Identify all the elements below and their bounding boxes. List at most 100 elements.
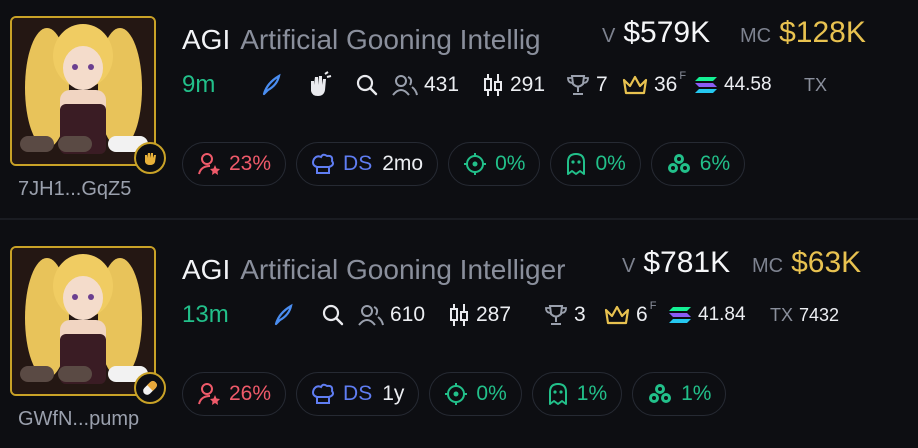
crown-icon bbox=[622, 75, 648, 95]
crown-count: 36 bbox=[654, 73, 678, 96]
bundlers-value: 1% bbox=[681, 382, 712, 405]
snipers-value: 0% bbox=[476, 382, 507, 405]
hand-icon bbox=[145, 153, 156, 165]
badge-hand[interactable] bbox=[134, 142, 166, 174]
ds-age: 2mo bbox=[382, 152, 424, 175]
top10-pill[interactable]: 26% bbox=[182, 372, 287, 416]
chef-hat-icon bbox=[312, 383, 335, 404]
crosshair-icon bbox=[464, 153, 487, 175]
token-pills: 26% DS 1y 0% 1% 1% bbox=[182, 372, 736, 418]
tx-label: TX bbox=[770, 304, 794, 325]
market-cap-metric: MC $128K bbox=[740, 16, 866, 50]
bundlers-pill[interactable]: 1% bbox=[632, 372, 727, 416]
token-row[interactable]: GWfN...pump AGI Artificial Gooning Intel… bbox=[0, 236, 918, 446]
top-holders-stat: 3 bbox=[544, 303, 604, 327]
feather-icon[interactable] bbox=[258, 303, 308, 327]
trades-count: 287 bbox=[476, 303, 512, 326]
token-name: Artificial Gooning Intelliger bbox=[240, 254, 566, 285]
dev-sold-pill[interactable]: DS 2mo bbox=[296, 142, 439, 186]
f-label: F bbox=[649, 300, 657, 312]
trades-stat: 291 bbox=[482, 73, 566, 97]
wave-hand-icon[interactable] bbox=[296, 71, 342, 99]
tx-value: 7432 bbox=[799, 304, 840, 325]
dev-sold-pill[interactable]: DS 1y bbox=[296, 372, 420, 416]
anime-girl-image bbox=[12, 248, 154, 394]
anime-girl-image bbox=[12, 18, 154, 164]
market-cap-label: MC bbox=[740, 25, 772, 47]
top-holders-stat: 7 bbox=[566, 73, 622, 97]
token-stats: 9m 431 291 7 36 F 44.58 TX bbox=[182, 68, 844, 102]
crosshair-icon bbox=[445, 383, 468, 405]
trades-stat: 287 bbox=[448, 303, 544, 327]
solana-icon bbox=[669, 307, 691, 323]
holders-count: 610 bbox=[390, 303, 426, 326]
bundlers-pill[interactable]: 6% bbox=[650, 142, 746, 186]
user-star-icon bbox=[198, 383, 220, 405]
bundle-icon bbox=[667, 154, 690, 173]
holders-count: 431 bbox=[424, 73, 460, 96]
chef-hat-icon bbox=[312, 153, 335, 174]
feather-icon[interactable] bbox=[246, 73, 296, 97]
top-holders-count: 7 bbox=[596, 73, 608, 96]
token-age: 9m bbox=[182, 71, 216, 98]
search-icon[interactable] bbox=[308, 303, 358, 327]
token-row[interactable]: 7JH1...GqZ5 AGI Artificial Gooning Intel… bbox=[0, 6, 918, 216]
crown-icon bbox=[604, 305, 630, 325]
token-pills: 23% DS 2mo 0% 0% 6% bbox=[182, 142, 755, 188]
badge-pill[interactable] bbox=[134, 372, 166, 404]
sol-amount: 44.58 bbox=[694, 74, 804, 96]
volume-value: $781K bbox=[643, 246, 731, 279]
candlestick-icon bbox=[450, 304, 468, 326]
top10-value: 23% bbox=[229, 152, 272, 175]
sol-value: 44.58 bbox=[724, 74, 772, 95]
ds-age: 1y bbox=[382, 382, 405, 405]
token-address[interactable]: GWfN...pump bbox=[18, 408, 139, 431]
token-address[interactable]: 7JH1...GqZ5 bbox=[18, 178, 131, 201]
top-holders-count: 3 bbox=[574, 303, 586, 326]
token-name: Artificial Gooning Intellig bbox=[240, 24, 541, 55]
sol-value: 41.84 bbox=[698, 304, 746, 325]
tx-stat: TX 7432 bbox=[770, 305, 839, 326]
volume-value: $579K bbox=[623, 16, 711, 49]
f-label: F bbox=[679, 70, 687, 82]
insiders-value: 0% bbox=[595, 152, 626, 175]
volume-label: V bbox=[602, 25, 616, 47]
tx-label: TX bbox=[804, 74, 828, 95]
crown-stat: 36 F bbox=[622, 70, 694, 97]
ds-label: DS bbox=[343, 382, 373, 405]
volume-label: V bbox=[622, 255, 636, 277]
search-icon[interactable] bbox=[342, 73, 392, 97]
token-title: AGI Artificial Gooning Intellig bbox=[182, 24, 592, 58]
holders-stat: 610 bbox=[358, 303, 448, 327]
volume-metric: V $579K bbox=[602, 16, 710, 50]
candlestick-icon bbox=[484, 74, 502, 96]
volume-metric: V $781K bbox=[622, 246, 730, 280]
snipers-pill[interactable]: 0% bbox=[429, 372, 522, 416]
token-ticker: AGI bbox=[182, 254, 231, 285]
top10-value: 26% bbox=[229, 382, 272, 405]
insiders-pill[interactable]: 0% bbox=[550, 142, 641, 186]
market-cap-metric: MC $63K bbox=[752, 246, 861, 280]
ghost-icon bbox=[548, 383, 567, 405]
holders-icon bbox=[392, 75, 418, 96]
token-avatar[interactable] bbox=[10, 16, 156, 166]
trades-count: 291 bbox=[510, 73, 546, 96]
row-divider bbox=[0, 218, 918, 220]
bundlers-value: 6% bbox=[699, 152, 731, 175]
insiders-value: 1% bbox=[576, 382, 608, 405]
token-age: 13m bbox=[182, 301, 229, 328]
snipers-pill[interactable]: 0% bbox=[448, 142, 541, 186]
top10-pill[interactable]: 23% bbox=[182, 142, 287, 186]
holders-stat: 431 bbox=[392, 73, 482, 97]
insiders-pill[interactable]: 1% bbox=[531, 372, 623, 416]
ds-label: DS bbox=[343, 152, 373, 175]
crown-stat: 6 F bbox=[604, 300, 668, 327]
sol-amount: 41.84 bbox=[668, 304, 770, 326]
market-cap-label: MC bbox=[752, 255, 784, 277]
bundle-icon bbox=[649, 384, 672, 403]
tx-stat: TX bbox=[804, 75, 844, 96]
token-avatar[interactable] bbox=[10, 246, 156, 396]
token-ticker: AGI bbox=[182, 24, 231, 55]
ghost-icon bbox=[567, 153, 586, 175]
holders-icon bbox=[358, 305, 384, 326]
